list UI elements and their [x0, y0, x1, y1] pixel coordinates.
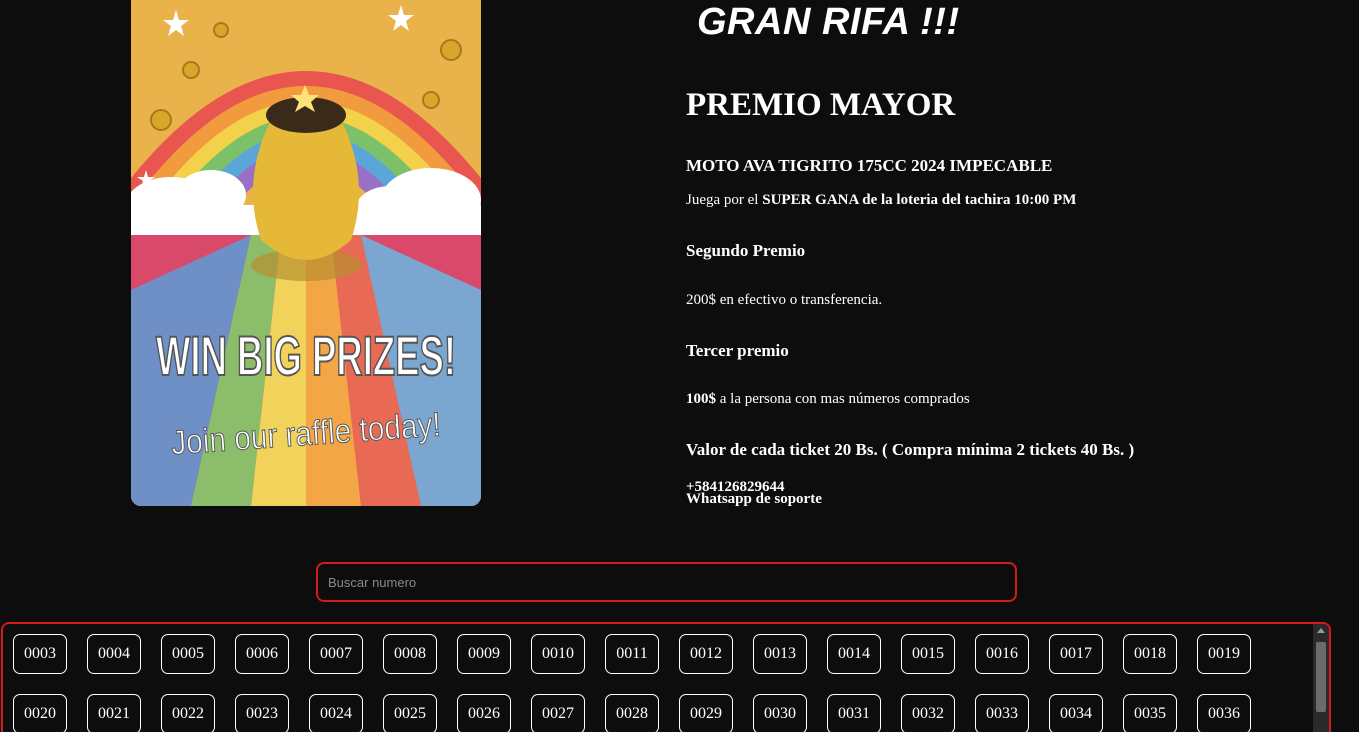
ticket-number-button[interactable]: 0024: [309, 694, 363, 732]
ticket-number-button[interactable]: 0008: [383, 634, 437, 674]
scroll-up-arrow-icon[interactable]: [1317, 628, 1325, 633]
ticket-number-button[interactable]: 0032: [901, 694, 955, 732]
ticket-number-button[interactable]: 0022: [161, 694, 215, 732]
ticket-number-button[interactable]: 0012: [679, 634, 733, 674]
ticket-number-button[interactable]: 0034: [1049, 694, 1103, 732]
ticket-number-button[interactable]: 0013: [753, 634, 807, 674]
main-prize-item: MOTO AVA TIGRITO 175CC 2024 IMPECABLE: [686, 156, 1053, 175]
ticket-price: Valor de cada ticket 20 Bs. ( Compra mín…: [686, 440, 1135, 459]
third-prize-amount: 100$: [686, 391, 716, 407]
ticket-number-button[interactable]: 0010: [531, 634, 585, 674]
scroll-thumb[interactable]: [1316, 642, 1326, 712]
ticket-number-button[interactable]: 0033: [975, 694, 1029, 732]
ticket-number-button[interactable]: 0007: [309, 634, 363, 674]
raffle-poster-image: WIN BIG PRIZES! Join our raffle today!: [131, 0, 481, 506]
ticket-number-button[interactable]: 0035: [1123, 694, 1177, 732]
ticket-number-button[interactable]: 0030: [753, 694, 807, 732]
ticket-grid: 0003 0004 0005 0006 0007 0008 0009 0010 0011 0012…: [13, 634, 1309, 732]
ticket-number-button[interactable]: 0019: [1197, 634, 1251, 674]
ticket-number-button[interactable]: 0018: [1123, 634, 1177, 674]
third-prize-rest: a la persona con mas números comprados: [716, 391, 970, 407]
draw-info: Juega por el SUPER GANA de la loteria de…: [686, 191, 1076, 209]
ticket-number-button[interactable]: 0014: [827, 634, 881, 674]
second-prize-desc: 200$ en efectivo o transferencia.: [686, 292, 883, 308]
raffle-page: WIN BIG PRIZES! Join our raffle today! G…: [0, 0, 1359, 732]
draw-info-prefix: Juega por el: [686, 192, 763, 208]
third-prize-desc: 100$ a la persona con mas números compra…: [686, 390, 970, 408]
search-box: [316, 562, 1017, 602]
ticket-number-button[interactable]: 0006: [235, 634, 289, 674]
ticket-number-button[interactable]: 0017: [1049, 634, 1103, 674]
ticket-number-button[interactable]: 0004: [87, 634, 141, 674]
third-prize-heading: Tercer premio: [686, 341, 789, 360]
search-input[interactable]: [318, 564, 1015, 600]
page-title: GRAN RIFA !!!: [697, 1, 960, 43]
ticket-grid-scrollbar[interactable]: [1313, 624, 1329, 732]
draw-info-bold: SUPER GANA de la loteria del tachira 10:…: [762, 192, 1077, 208]
ticket-number-button[interactable]: 0031: [827, 694, 881, 732]
ticket-number-button[interactable]: 0023: [235, 694, 289, 732]
ticket-number-button[interactable]: 0029: [679, 694, 733, 732]
ticket-grid-panel: 0003 0004 0005 0006 0007 0008 0009 0010 0011 0012…: [1, 622, 1331, 732]
ticket-number-button[interactable]: 0005: [161, 634, 215, 674]
ticket-number-button[interactable]: 0016: [975, 634, 1029, 674]
ticket-number-button[interactable]: 0021: [87, 694, 141, 732]
ticket-number-button[interactable]: 0015: [901, 634, 955, 674]
ticket-number-button[interactable]: 0027: [531, 694, 585, 732]
ticket-number-button[interactable]: 0011: [605, 634, 659, 674]
ticket-number-button[interactable]: 0020: [13, 694, 67, 732]
ticket-number-button[interactable]: 0009: [457, 634, 511, 674]
poster-headline: WIN BIG PRIZES!: [156, 324, 456, 387]
ticket-number-button[interactable]: 0025: [383, 694, 437, 732]
second-prize-heading: Segundo Premio: [686, 241, 806, 260]
ticket-number-button[interactable]: 0003: [13, 634, 67, 674]
main-prize-heading: PREMIO MAYOR: [686, 87, 956, 123]
ticket-number-button[interactable]: 0028: [605, 694, 659, 732]
ticket-number-button[interactable]: 0036: [1197, 694, 1251, 732]
support-label: Whatsapp de soporte: [686, 491, 822, 507]
ticket-number-button[interactable]: 0026: [457, 694, 511, 732]
